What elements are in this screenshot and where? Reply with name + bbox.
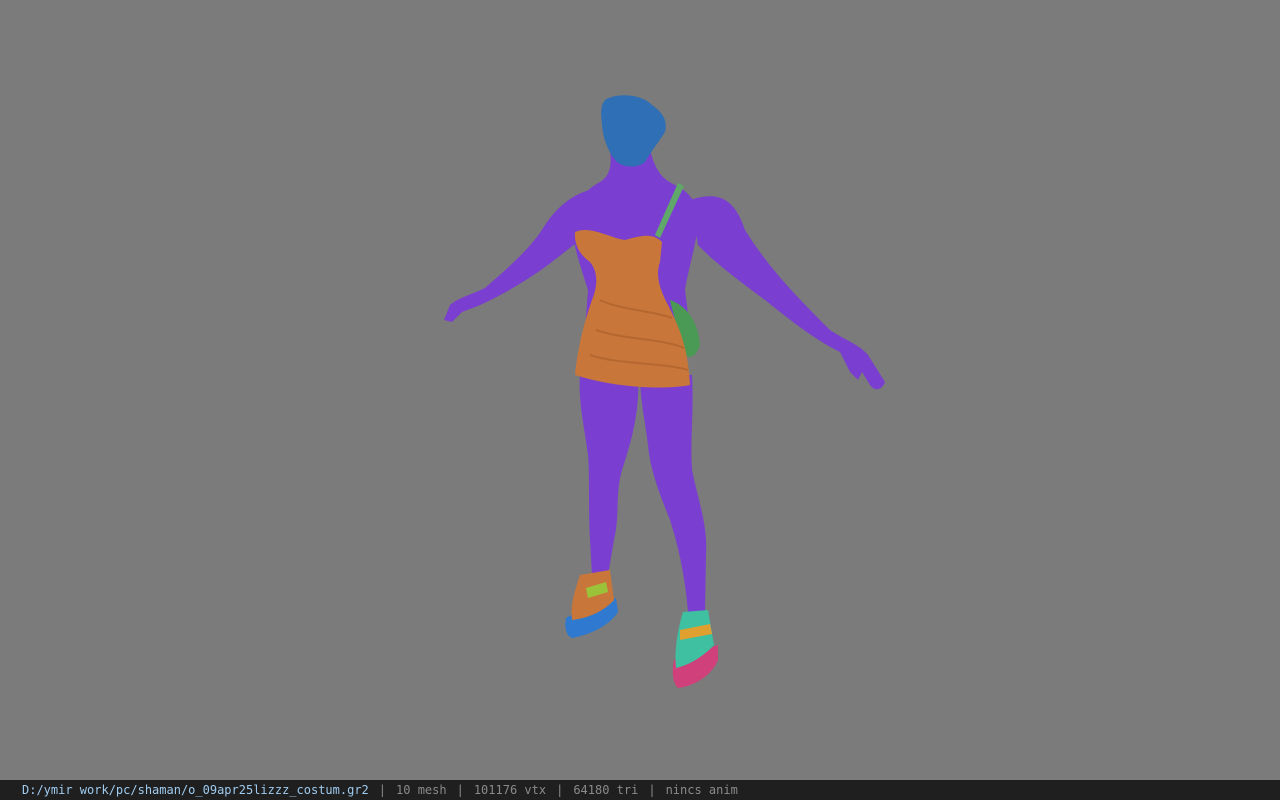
3d-viewport[interactable] [0,0,1280,780]
file-path: D:/ymir work/pc/shaman/o_09apr25lizzz_co… [22,783,369,797]
separator: | [648,783,656,797]
vertex-count: 101176 vtx [473,783,547,797]
model-render [444,95,885,688]
animation-status: nincs anim [665,783,738,797]
right-leg [640,375,707,612]
separator: | [556,783,564,797]
left-leg [579,375,639,575]
separator: | [456,783,464,797]
left-arm [690,196,885,390]
mesh-count: 10 mesh [396,783,447,797]
status-bar: D:/ymir work/pc/shaman/o_09apr25lizzz_co… [0,780,1280,800]
triangle-count: 64180 tri [573,783,639,797]
right-arm [444,190,592,322]
separator: | [378,783,387,797]
